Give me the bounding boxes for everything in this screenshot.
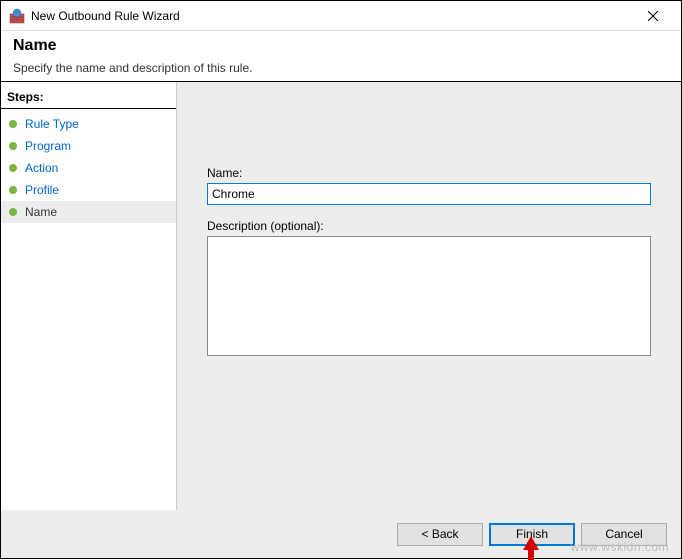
name-label: Name: — [207, 166, 651, 180]
wizard-body: Steps: Rule Type Program Action Profile … — [1, 82, 681, 510]
step-action[interactable]: Action — [1, 157, 176, 179]
step-profile[interactable]: Profile — [1, 179, 176, 201]
description-input[interactable] — [207, 236, 651, 356]
wizard-header: Name Specify the name and description of… — [1, 31, 681, 82]
back-button[interactable]: < Back — [397, 523, 483, 546]
step-program[interactable]: Program — [1, 135, 176, 157]
name-input[interactable] — [207, 183, 651, 205]
content-pane: Name: Description (optional): — [177, 82, 681, 510]
bullet-icon — [9, 142, 17, 150]
cancel-button[interactable]: Cancel — [581, 523, 667, 546]
step-label: Action — [25, 161, 58, 175]
titlebar: New Outbound Rule Wizard — [1, 1, 681, 31]
close-icon — [648, 11, 658, 21]
bullet-icon — [9, 186, 17, 194]
bullet-icon — [9, 164, 17, 172]
steps-heading: Steps: — [1, 88, 176, 109]
wizard-footer: < Back Finish Cancel www.wskidn.com — [1, 510, 681, 558]
step-label: Profile — [25, 183, 59, 197]
window-title: New Outbound Rule Wizard — [31, 9, 633, 23]
step-label: Program — [25, 139, 71, 153]
step-label: Rule Type — [25, 117, 79, 131]
step-label: Name — [25, 205, 57, 219]
step-name[interactable]: Name — [1, 201, 176, 223]
bullet-icon — [9, 120, 17, 128]
steps-sidebar: Steps: Rule Type Program Action Profile … — [1, 82, 177, 510]
finish-button[interactable]: Finish — [489, 523, 575, 546]
page-subtitle: Specify the name and description of this… — [13, 61, 669, 75]
bullet-icon — [9, 208, 17, 216]
description-label: Description (optional): — [207, 219, 651, 233]
firewall-icon — [9, 8, 25, 24]
step-rule-type[interactable]: Rule Type — [1, 113, 176, 135]
close-button[interactable] — [633, 8, 673, 24]
page-title: Name — [13, 37, 669, 55]
